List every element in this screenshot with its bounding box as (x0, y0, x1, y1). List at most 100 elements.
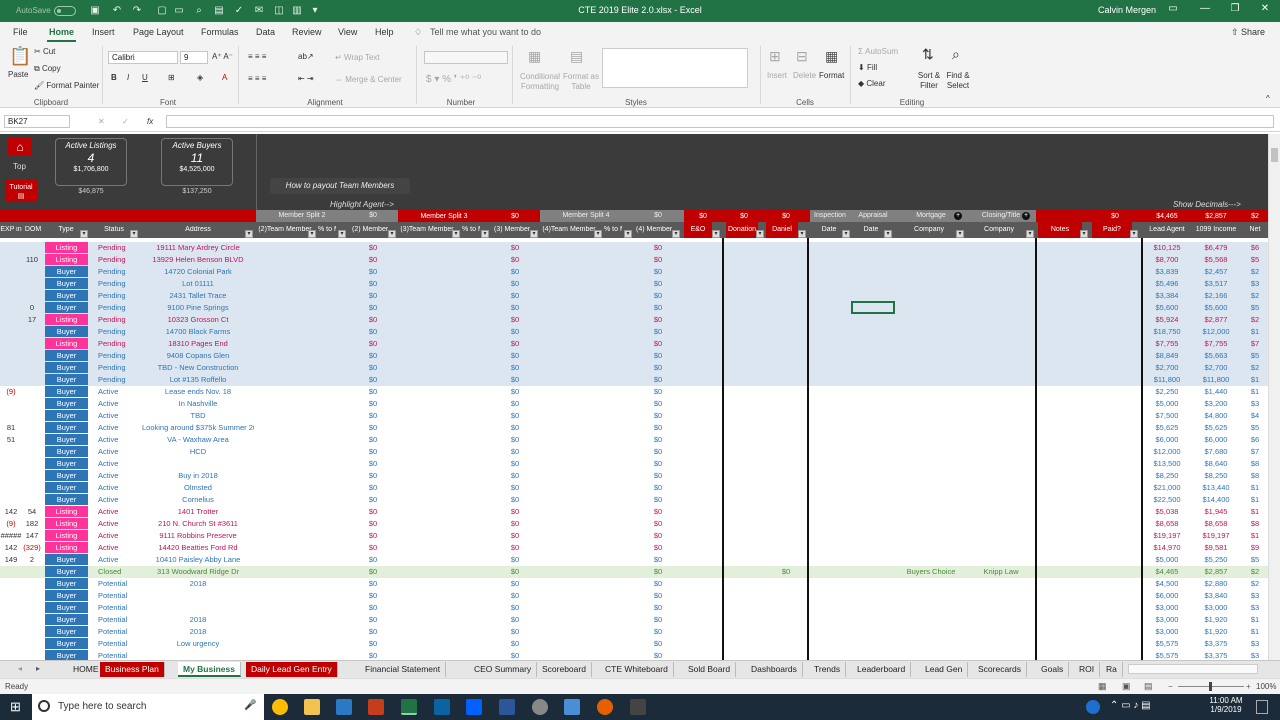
cell-m2[interactable]: $0 (348, 278, 398, 290)
italic-icon[interactable]: I (127, 73, 129, 82)
next-sheet-icon[interactable]: ▸ (36, 664, 40, 673)
cell-m4[interactable]: $0 (632, 398, 684, 410)
cell-m2[interactable]: $0 (348, 566, 398, 578)
table-row[interactable]: Listing 142 (329) Active 14420 Beatties Ford… (0, 542, 1268, 554)
cell-m4[interactable]: $0 (632, 242, 684, 254)
cell-m3[interactable]: $0 (490, 590, 540, 602)
cell-net[interactable]: $3 (1242, 650, 1268, 660)
insert-cells-button[interactable]: Insert (767, 71, 787, 80)
cell-m3[interactable]: $0 (490, 566, 540, 578)
table-row[interactable]: Buyer Potential $0 $0 $0 $5,575 $3,375 $3 (0, 650, 1268, 660)
cell-status[interactable]: Pending (92, 314, 138, 326)
cell-net[interactable]: $5 (1242, 302, 1268, 314)
table-row[interactable]: Buyer 51 Active VA - Waxhaw Area $0 $0 $0 $6,00… (0, 434, 1268, 446)
cell-income[interactable]: $2,857 (1190, 566, 1242, 578)
cell-status[interactable]: Pending (92, 254, 138, 266)
sheet-tab[interactable]: Daily Lead Gen Entry (246, 662, 338, 677)
cell-net[interactable]: $1 (1242, 386, 1268, 398)
cell-lead[interactable]: $21,000 (1144, 482, 1190, 494)
cell-income[interactable]: $1,945 (1190, 506, 1242, 518)
cell-income[interactable]: $13,440 (1190, 482, 1242, 494)
table-row[interactable]: Buyer Closed 313 Woodward Ridge Dr $0 $0 $0 $0… (0, 566, 1268, 578)
cell-income[interactable]: $7,680 (1190, 446, 1242, 458)
cancel-icon[interactable]: ✕ (98, 117, 105, 126)
cell-exp[interactable]: (9) (0, 518, 22, 530)
cell-income[interactable]: $6,479 (1190, 242, 1242, 254)
cell-income[interactable]: $3,517 (1190, 278, 1242, 290)
cut-button[interactable]: ✂ Cut (34, 47, 55, 56)
cell-m3[interactable]: $0 (490, 350, 540, 362)
cell-net[interactable]: $6 (1242, 434, 1268, 446)
format-painter-button[interactable]: 🖌 Format Painter (34, 81, 99, 90)
cell-m4[interactable]: $0 (632, 326, 684, 338)
cell-m4[interactable]: $0 (632, 602, 684, 614)
table-row[interactable]: Buyer 0 Pending 9100 Pine Springs $0 $0 $0 $5,6… (0, 302, 1268, 314)
grow-font-icon[interactable]: A⁺ A⁻ (212, 52, 233, 61)
font-color-icon[interactable]: A (222, 73, 227, 82)
table-row[interactable]: Buyer Active TBD $0 $0 $0 $7,500 $4,800 $4 (0, 410, 1268, 422)
sort-filter-icon[interactable]: ⇅ (922, 46, 934, 63)
sheet-tab[interactable]: Business Plan (100, 662, 165, 677)
cell-address[interactable]: Lease ends Nov. 18 (142, 386, 254, 398)
help-icon[interactable] (1086, 700, 1100, 714)
cell-address[interactable]: 2018 (142, 614, 254, 626)
table-row[interactable]: Buyer Potential 2018 $0 $0 $0 $3,000 $1,920 $1 (0, 614, 1268, 626)
cell-status[interactable]: Pending (92, 302, 138, 314)
cell-m3[interactable]: $0 (490, 242, 540, 254)
cell-income[interactable]: $7,755 (1190, 338, 1242, 350)
cell-address[interactable]: 14420 Beatties Ford Rd (142, 542, 254, 554)
cell-lead[interactable]: $10,125 (1144, 242, 1190, 254)
cell-m4[interactable]: $0 (632, 554, 684, 566)
cell-net[interactable]: $2 (1242, 362, 1268, 374)
cell-m2[interactable]: $0 (348, 458, 398, 470)
cell-m3[interactable]: $0 (490, 338, 540, 350)
cell-address[interactable]: 313 Woodward Ridge Dr (142, 566, 254, 578)
table-row[interactable]: Buyer Active Olmsted $0 $0 $0 $21,000 $13,440 $1 (0, 482, 1268, 494)
tab-file[interactable]: File (13, 27, 28, 37)
cell-address[interactable]: Olmsted (142, 482, 254, 494)
left-align-icon[interactable]: ≡ ≡ ≡ (248, 74, 266, 83)
top-align-icon[interactable]: ≡ ≡ ≡ (248, 52, 266, 61)
firefox-icon[interactable] (597, 699, 613, 715)
tab-view[interactable]: View (338, 27, 357, 37)
cell-net[interactable]: $1 (1242, 530, 1268, 542)
cell-m3[interactable]: $0 (490, 602, 540, 614)
zoom-slider-thumb[interactable] (1209, 682, 1212, 691)
cell-address[interactable]: Cornelius (142, 494, 254, 506)
tab-home[interactable]: Home (46, 27, 77, 42)
find-icon[interactable]: ⌕ (952, 46, 960, 63)
cell-m2[interactable]: $0 (348, 542, 398, 554)
cell-dom[interactable]: (329) (22, 542, 42, 554)
cell-net[interactable]: $1 (1242, 626, 1268, 638)
cell-net[interactable]: $5 (1242, 254, 1268, 266)
tell-me-search[interactable]: Tell me what you want to do (430, 27, 541, 37)
cell-m2[interactable]: $0 (348, 386, 398, 398)
worksheet[interactable]: ⌂ Top Tutorial ▤ Active Listings 4 $1,706… (0, 134, 1268, 660)
cell-status[interactable]: Potential (92, 638, 138, 650)
cell-income[interactable]: $5,625 (1190, 422, 1242, 434)
format-table-icon[interactable]: ▤ (570, 48, 583, 65)
cell-m3[interactable]: $0 (490, 326, 540, 338)
cell-address[interactable]: 1401 Trotter (142, 506, 254, 518)
cell-status[interactable]: Active (92, 446, 138, 458)
name-box[interactable]: BK27 (4, 115, 70, 128)
zoom-out-icon[interactable]: − (1168, 682, 1173, 691)
cell-status[interactable]: Active (92, 410, 138, 422)
cell-income[interactable]: $19,197 (1190, 530, 1242, 542)
cell-m2[interactable]: $0 (348, 350, 398, 362)
cell-income[interactable]: $5,663 (1190, 350, 1242, 362)
cell-status[interactable]: Active (92, 398, 138, 410)
calculator-icon[interactable] (630, 699, 646, 715)
ribbon-display-icon[interactable]: ▭ (1164, 3, 1182, 17)
cell-m4[interactable]: $0 (632, 590, 684, 602)
cell-income[interactable]: $2,700 (1190, 362, 1242, 374)
cell-m3[interactable]: $0 (490, 266, 540, 278)
format-cells-icon[interactable]: ▦ (825, 48, 838, 65)
cell-net[interactable]: $2 (1242, 314, 1268, 326)
cell-m4[interactable]: $0 (632, 638, 684, 650)
cell-status[interactable]: Active (92, 530, 138, 542)
cell-income[interactable]: $1,920 (1190, 626, 1242, 638)
cell-m4[interactable]: $0 (632, 542, 684, 554)
cell-net[interactable]: $6 (1242, 242, 1268, 254)
wrap-text-button[interactable]: ↵ Wrap Text (335, 53, 380, 62)
